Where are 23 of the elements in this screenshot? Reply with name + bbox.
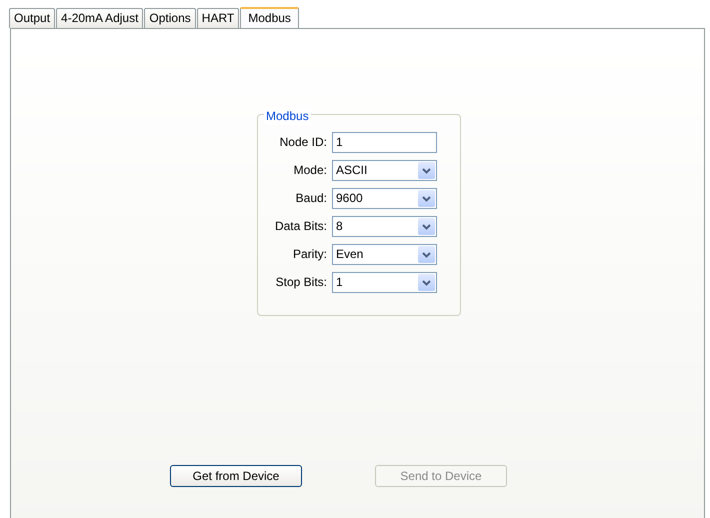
tab[interactable]: Modbus bbox=[240, 7, 299, 29]
dropdown[interactable]: Even bbox=[332, 244, 437, 264]
get-button[interactable]: Get from Device bbox=[170, 465, 302, 487]
chevron-down-icon[interactable] bbox=[418, 162, 435, 178]
tab[interactable]: Options bbox=[144, 8, 196, 28]
field-label: Data Bits: bbox=[274, 218, 328, 235]
field-label: Baud: bbox=[294, 190, 328, 207]
field-label: Stop Bits: bbox=[274, 274, 328, 291]
tab[interactable]: HART bbox=[196, 8, 240, 28]
dropdown[interactable]: 1 bbox=[332, 272, 437, 292]
input-field[interactable]: 1 bbox=[332, 132, 437, 152]
dropdown[interactable]: ASCII bbox=[332, 160, 437, 180]
tab[interactable]: Output bbox=[9, 8, 56, 28]
field-label: Mode: bbox=[292, 162, 328, 179]
tab[interactable]: 4-20mA Adjust bbox=[56, 8, 144, 28]
chevron-down-icon[interactable] bbox=[418, 190, 435, 206]
field-label: Parity: bbox=[292, 246, 328, 263]
chevron-down-icon[interactable] bbox=[418, 246, 435, 262]
chevron-down-icon[interactable] bbox=[418, 218, 435, 234]
dropdown[interactable]: 9600 bbox=[332, 188, 437, 208]
chevron-down-icon[interactable] bbox=[418, 274, 435, 290]
field-label: Node ID: bbox=[278, 134, 328, 151]
dropdown[interactable]: 8 bbox=[332, 216, 437, 236]
